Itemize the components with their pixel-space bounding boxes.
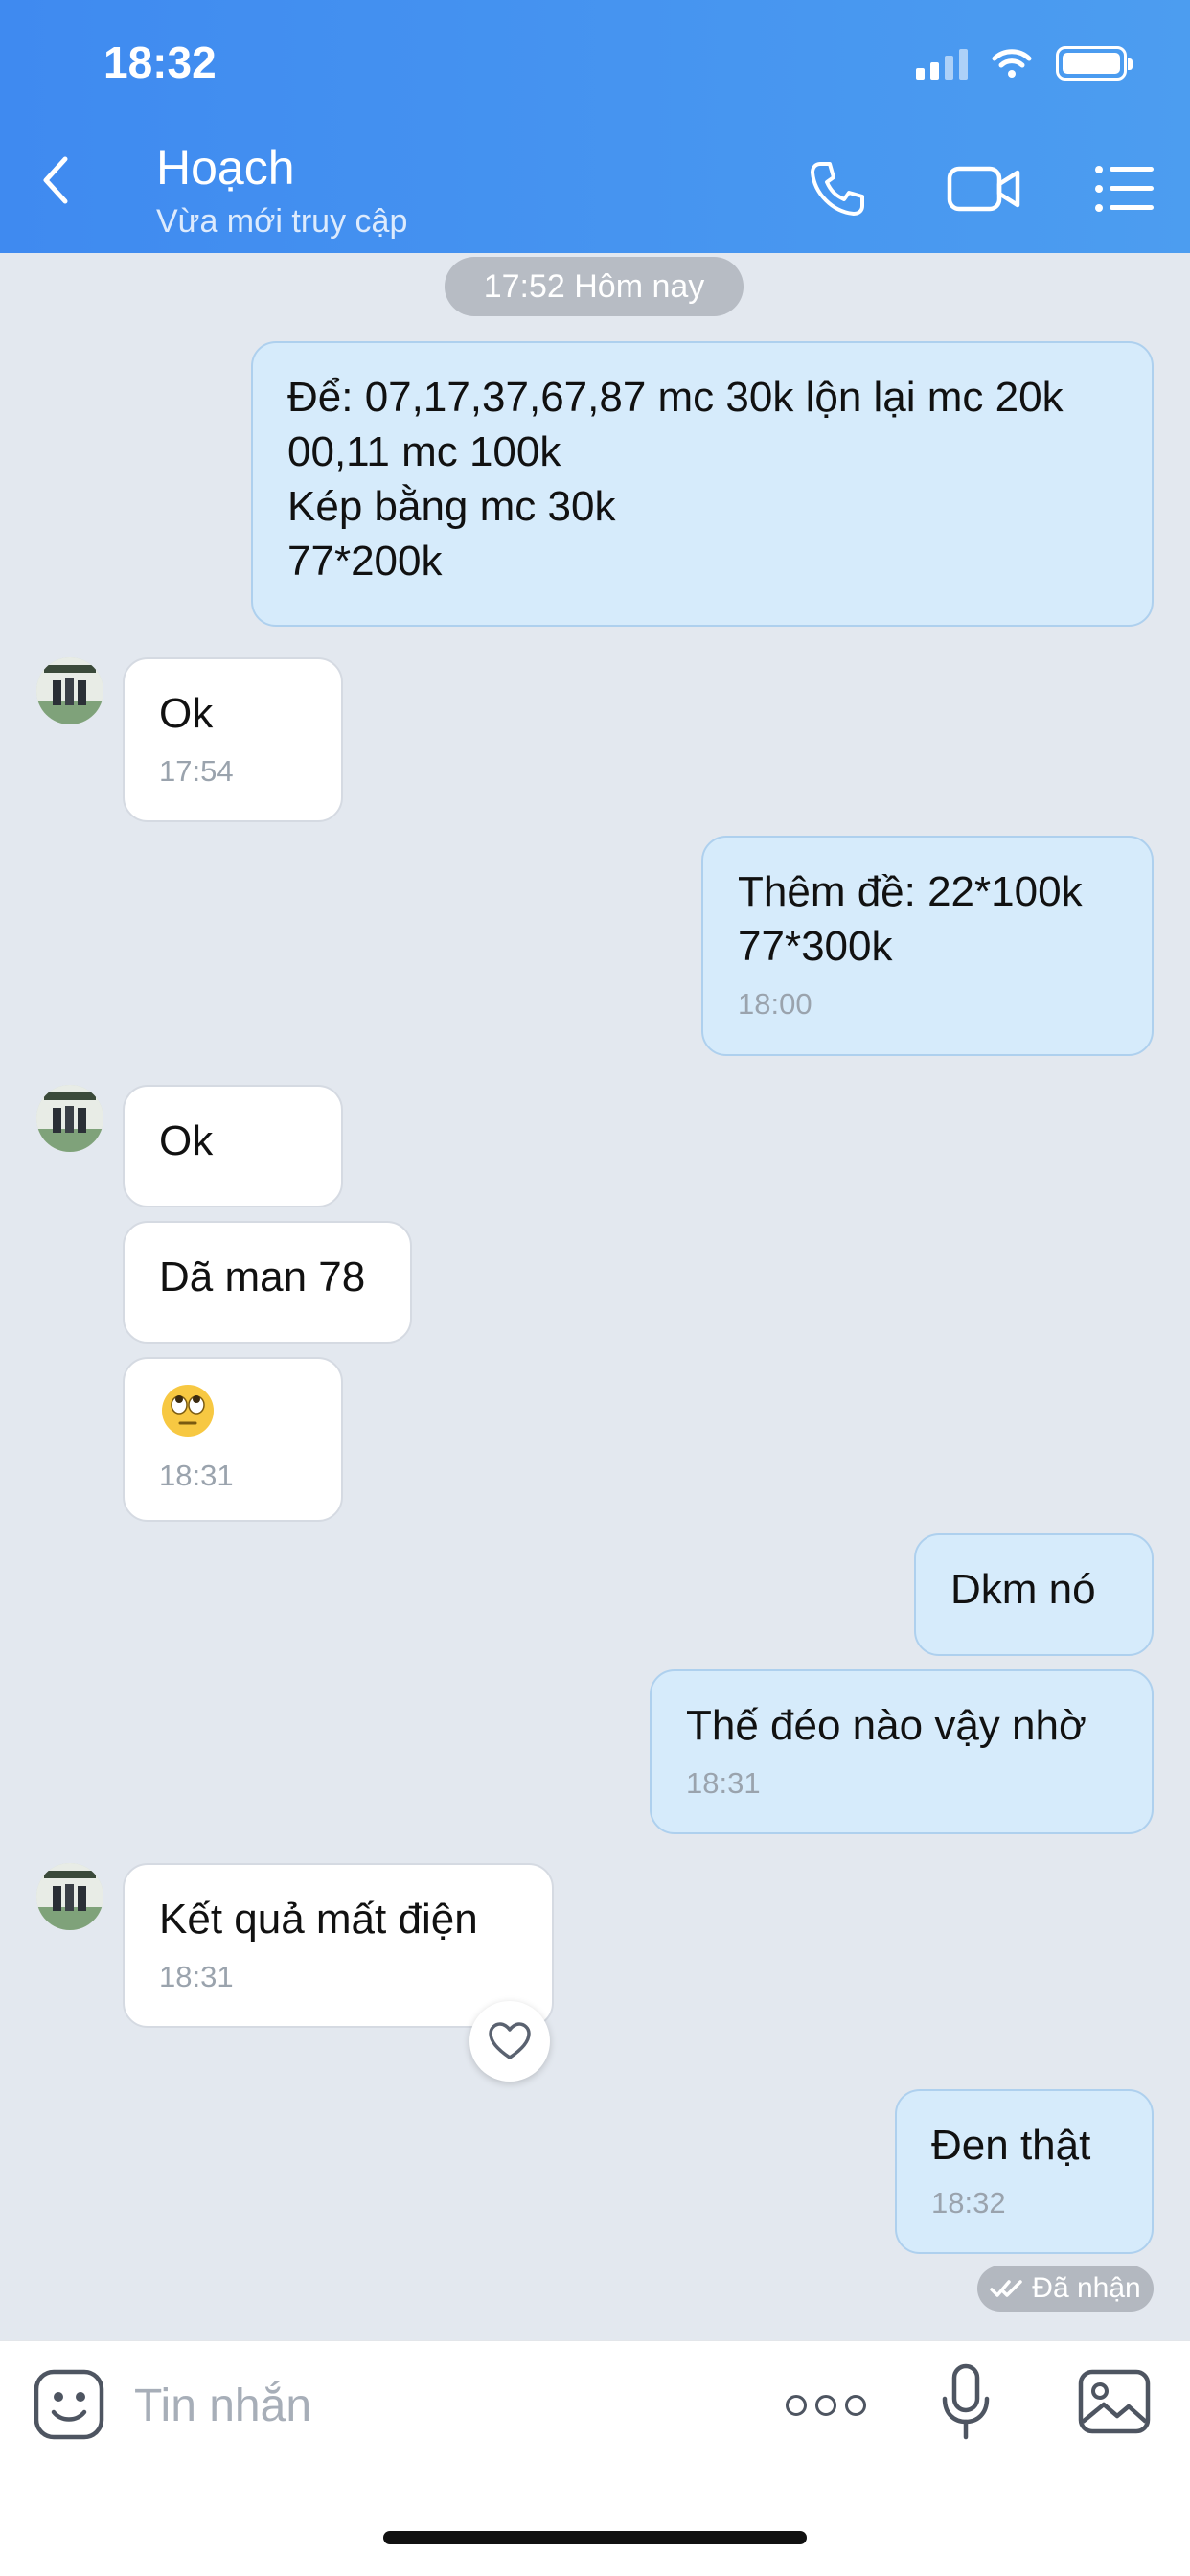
message-text: Kép bằng mc 30k bbox=[287, 483, 616, 530]
message-bubble-outgoing[interactable]: Đen thật 18:32 bbox=[895, 2089, 1154, 2254]
avatar[interactable] bbox=[36, 1085, 103, 1152]
heart-icon bbox=[489, 2022, 531, 2059]
signal-icon bbox=[916, 47, 968, 80]
message-bubble-incoming[interactable]: Ok 17:54 bbox=[123, 657, 343, 822]
message-time: 18:31 bbox=[159, 1960, 234, 1993]
home-indicator bbox=[383, 2531, 807, 2544]
message-time: 18:32 bbox=[931, 2186, 1006, 2220]
phone-icon bbox=[811, 162, 864, 216]
message-text: Ok bbox=[159, 690, 214, 737]
chat-screen: 18:32 Hoạch Vừa mới truy cập 17:52 Hôm n… bbox=[0, 0, 1190, 2576]
received-status-badge: Đã nhận bbox=[977, 2266, 1154, 2312]
message-text: Đen thật bbox=[931, 2122, 1091, 2169]
eye-roll-emoji bbox=[162, 1385, 214, 1437]
contact-name[interactable]: Hoạch bbox=[156, 140, 295, 196]
avatar[interactable] bbox=[36, 657, 103, 724]
back-icon bbox=[43, 156, 68, 204]
call-button[interactable] bbox=[799, 153, 876, 224]
double-check-icon bbox=[990, 2280, 1023, 2297]
react-heart-button[interactable] bbox=[469, 2001, 550, 2082]
message-text: Kết quả mất điện bbox=[159, 1896, 478, 1943]
message-bubble-incoming[interactable]: Ok bbox=[123, 1085, 343, 1208]
message-bubble-outgoing[interactable]: Dkm nó bbox=[914, 1533, 1154, 1656]
receipt-label: Đã nhận bbox=[1032, 2272, 1141, 2304]
image-icon bbox=[1078, 2369, 1151, 2434]
menu-list-icon bbox=[1095, 166, 1154, 212]
message-text: Để: 07,17,37,67,87 mc 30k lộn lại mc 20k bbox=[287, 374, 1064, 421]
wifi-icon bbox=[992, 49, 1032, 78]
sticker-icon bbox=[34, 2369, 104, 2440]
message-bubble-outgoing[interactable]: Thêm đề: 22*100k 77*300k 18:00 bbox=[701, 836, 1154, 1056]
contact-status: Vừa mới truy cập bbox=[156, 203, 408, 240]
message-text: Dkm nó bbox=[950, 1566, 1096, 1613]
video-call-button[interactable] bbox=[941, 153, 1027, 224]
message-input[interactable] bbox=[134, 2370, 728, 2441]
microphone-icon bbox=[942, 2363, 990, 2440]
message-time: 17:54 bbox=[159, 754, 234, 788]
message-text: 77*300k bbox=[738, 923, 893, 970]
avatar-photo bbox=[36, 1863, 103, 1930]
message-text: Thế đéo nào vậy nhờ bbox=[686, 1702, 1087, 1749]
message-bubble-incoming[interactable]: Dã man 78 bbox=[123, 1221, 412, 1344]
more-options-button[interactable] bbox=[786, 2381, 866, 2429]
more-icon bbox=[786, 2395, 807, 2416]
message-bubble-incoming[interactable]: 18:31 bbox=[123, 1357, 343, 1522]
sticker-button[interactable] bbox=[33, 2368, 105, 2441]
message-bubble-outgoing[interactable]: Thế đéo nào vậy nhờ 18:31 bbox=[650, 1669, 1154, 1834]
message-time: 18:00 bbox=[738, 987, 812, 1021]
back-button[interactable] bbox=[36, 151, 94, 228]
battery-icon bbox=[1056, 46, 1133, 80]
message-input-bar bbox=[0, 2340, 1190, 2576]
message-text: Ok bbox=[159, 1117, 214, 1164]
message-time: 18:31 bbox=[686, 1766, 761, 1800]
message-text: 00,11 mc 100k bbox=[287, 428, 561, 475]
message-time: 18:31 bbox=[159, 1459, 234, 1492]
status-icons bbox=[916, 46, 1133, 80]
chat-header: 18:32 Hoạch Vừa mới truy cập bbox=[0, 0, 1190, 253]
status-time: 18:32 bbox=[103, 37, 217, 87]
message-text: 77*200k bbox=[287, 538, 443, 585]
options-button[interactable] bbox=[1088, 153, 1161, 224]
message-bubble-outgoing[interactable]: Để: 07,17,37,67,87 mc 30k lộn lại mc 20k… bbox=[251, 341, 1154, 627]
message-text: Thêm đề: 22*100k bbox=[738, 868, 1083, 915]
avatar-photo bbox=[36, 1085, 103, 1152]
message-text: Dã man 78 bbox=[159, 1254, 366, 1300]
send-image-button[interactable] bbox=[1077, 2368, 1154, 2439]
message-bubble-incoming[interactable]: Kết quả mất điện 18:31 bbox=[123, 1863, 554, 2028]
avatar[interactable] bbox=[36, 1863, 103, 1930]
video-camera-icon bbox=[947, 166, 1020, 212]
voice-record-button[interactable] bbox=[937, 2360, 995, 2447]
date-separator: 17:52 Hôm nay bbox=[445, 257, 744, 316]
avatar-photo bbox=[36, 657, 103, 724]
